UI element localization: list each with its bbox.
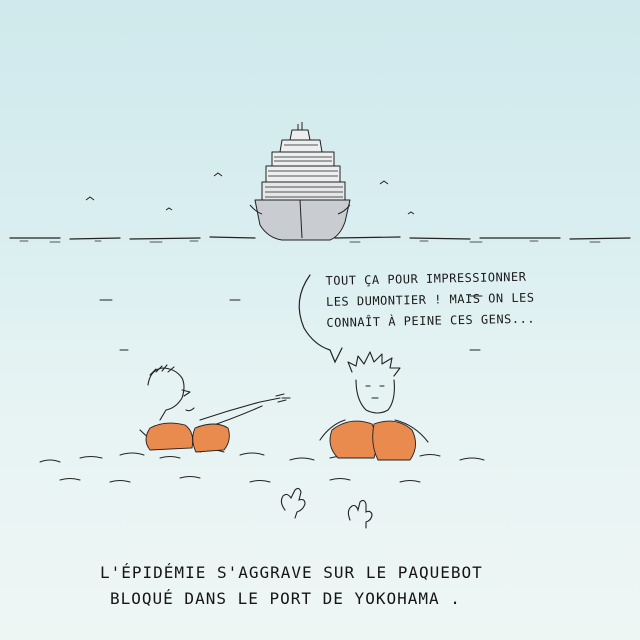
seagull-icons [85,172,415,215]
cartoon-caption: L'ÉPIDÉMIE S'AGGRAVE SUR LE PAQUEBOT BLO… [100,560,560,612]
right-life-vest-icon [329,420,416,461]
speech-bubble-text: TOUT ÇA POUR IMPRESSIONNER LES DUMONTIER… [325,265,606,334]
caption-line-2: BLOQUÉ DANS LE PORT DE YOKOHAMA . [110,589,461,608]
left-life-vest-icon [145,422,230,453]
caption-line-1: L'ÉPIDÉMIE S'AGGRAVE SUR LE PAQUEBOT [100,563,483,582]
cruise-ship-icon [249,122,351,241]
hand-icons [280,487,373,529]
